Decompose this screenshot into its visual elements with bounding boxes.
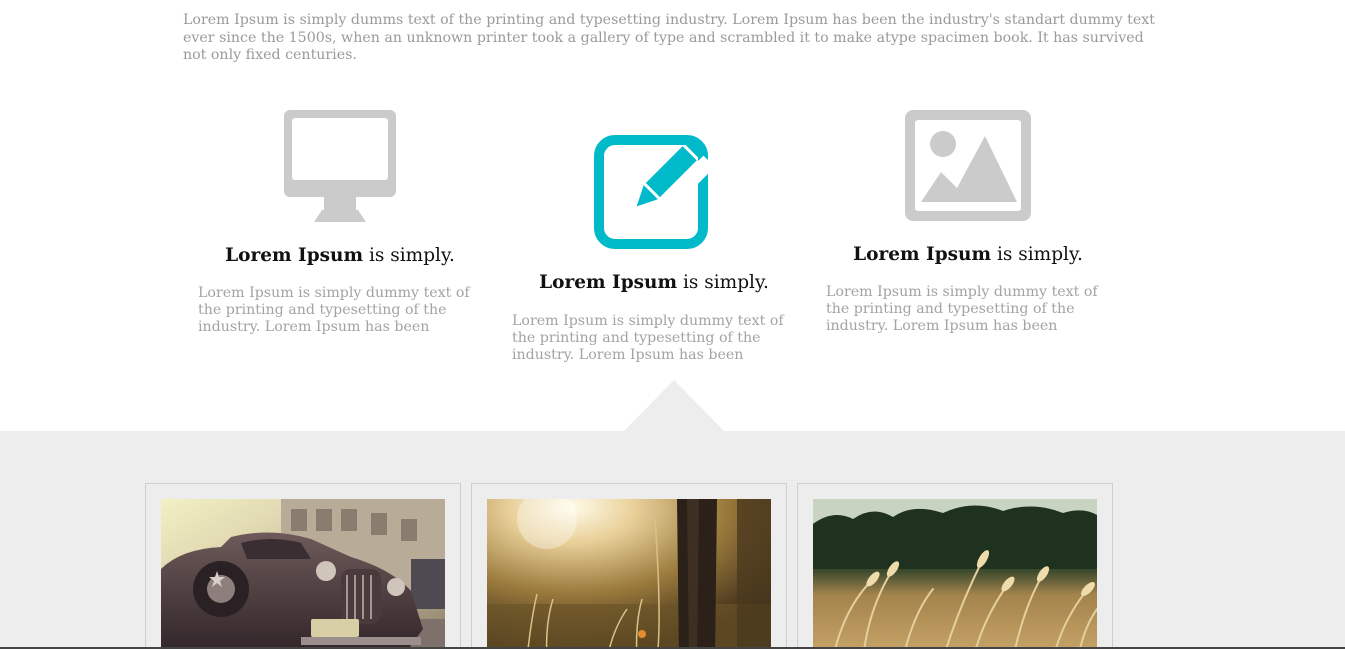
sunlit-meadow-photo[interactable] <box>487 499 771 649</box>
feature-title: Lorem Ipsum is simply. <box>504 272 804 293</box>
feature-title-bold: Lorem Ipsum <box>539 272 678 293</box>
gallery-card[interactable] <box>797 483 1113 649</box>
feature-title: Lorem Ipsum is simply. <box>190 245 490 266</box>
feature-title: Lorem Ipsum is simply. <box>818 244 1118 265</box>
feature-title-rest: is simply. <box>363 245 455 266</box>
feature-title-rest: is simply. <box>991 244 1083 265</box>
section-pointer <box>624 380 724 431</box>
feature-description: Lorem Ipsum is simply dummy text of the … <box>512 313 784 363</box>
feature-title-bold: Lorem Ipsum <box>853 244 992 265</box>
feature-title-rest: is simply. <box>677 272 769 293</box>
gallery-card[interactable] <box>145 483 461 649</box>
intro-text: Lorem Ipsum is simply dumms text of the … <box>183 12 1155 63</box>
edit-icon <box>594 131 715 255</box>
wheat-field-photo[interactable] <box>813 499 1097 649</box>
gallery-card[interactable] <box>471 483 787 649</box>
feature-title-bold: Lorem Ipsum <box>225 245 364 266</box>
monitor-icon <box>284 110 396 226</box>
vintage-car-photo[interactable] <box>161 499 445 649</box>
feature-description: Lorem Ipsum is simply dummy text of the … <box>198 285 470 335</box>
image-icon <box>905 110 1031 225</box>
feature-description: Lorem Ipsum is simply dummy text of the … <box>826 284 1098 334</box>
